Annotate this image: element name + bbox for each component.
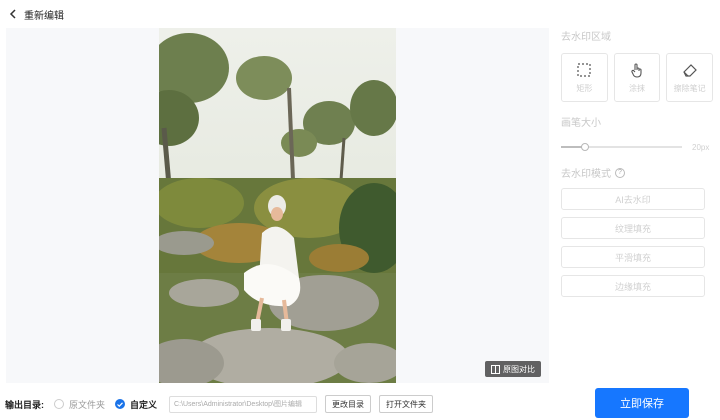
tool-eraser[interactable]: 擦除笔记 <box>666 53 714 102</box>
mode-edge-button[interactable]: 边缘填充 <box>561 275 705 297</box>
hand-pointer-icon <box>631 62 642 78</box>
watermark-panel: 去水印区域 矩形 涂抹 擦除笔记 画笔大小 20px 去水印模式 ? AI去水印… <box>561 28 714 297</box>
compare-label: 原图对比 <box>503 364 535 374</box>
eraser-icon <box>682 63 697 77</box>
photo-image <box>159 28 396 383</box>
help-icon[interactable]: ? <box>615 167 625 178</box>
region-tools: 矩形 涂抹 擦除笔记 <box>561 53 714 102</box>
slider-thumb[interactable] <box>581 143 590 151</box>
brush-size-value: 20px <box>692 142 710 152</box>
output-path-input[interactable] <box>169 395 318 413</box>
brush-section-title: 画笔大小 <box>561 118 601 129</box>
radio-unchecked-icon <box>54 399 64 409</box>
brush-size-slider[interactable] <box>561 141 682 153</box>
mode-section-header: 去水印模式 ? <box>561 165 713 180</box>
compare-icon <box>491 364 500 374</box>
radio-original-folder[interactable]: 原文件夹 <box>54 398 105 411</box>
tool-eraser-label: 擦除笔记 <box>673 83 706 93</box>
rectangle-select-icon <box>577 62 591 77</box>
radio-custom-label: 自定义 <box>130 399 158 410</box>
output-footer: 输出目录: 原文件夹 自定义 更改目录 打开文件夹 立即保存 <box>0 388 720 420</box>
tool-rectangle-label: 矩形 <box>576 83 593 93</box>
chevron-left-icon <box>9 9 16 19</box>
radio-checked-icon <box>115 399 126 409</box>
brush-size-row: 20px <box>561 141 713 153</box>
edited-photo[interactable] <box>159 28 396 383</box>
output-dir-label: 输出目录: <box>5 399 44 410</box>
back-button[interactable] <box>6 7 20 21</box>
mode-smooth-button[interactable]: 平滑填充 <box>561 246 705 268</box>
image-preview-area[interactable]: 原图对比 <box>6 28 549 383</box>
mode-texture-button[interactable]: 纹理填充 <box>561 217 705 239</box>
region-section-title: 去水印区域 <box>561 32 611 43</box>
compare-original-button[interactable]: 原图对比 <box>485 361 541 377</box>
save-now-button[interactable]: 立即保存 <box>595 388 689 418</box>
open-folder-button[interactable]: 打开文件夹 <box>379 395 434 413</box>
change-directory-button[interactable]: 更改目录 <box>325 395 372 413</box>
tool-rectangle[interactable]: 矩形 <box>561 53 608 102</box>
page-title: 重新编辑 <box>24 10 64 22</box>
mode-ai-button[interactable]: AI去水印 <box>561 188 705 210</box>
radio-original-label: 原文件夹 <box>69 399 106 410</box>
radio-custom[interactable]: 自定义 <box>115 398 157 411</box>
tool-smear-label: 涂抹 <box>629 83 645 93</box>
tool-smear[interactable]: 涂抹 <box>613 53 661 102</box>
mode-section-title: 去水印模式 <box>561 169 611 180</box>
top-bar: 重新编辑 <box>0 0 720 28</box>
